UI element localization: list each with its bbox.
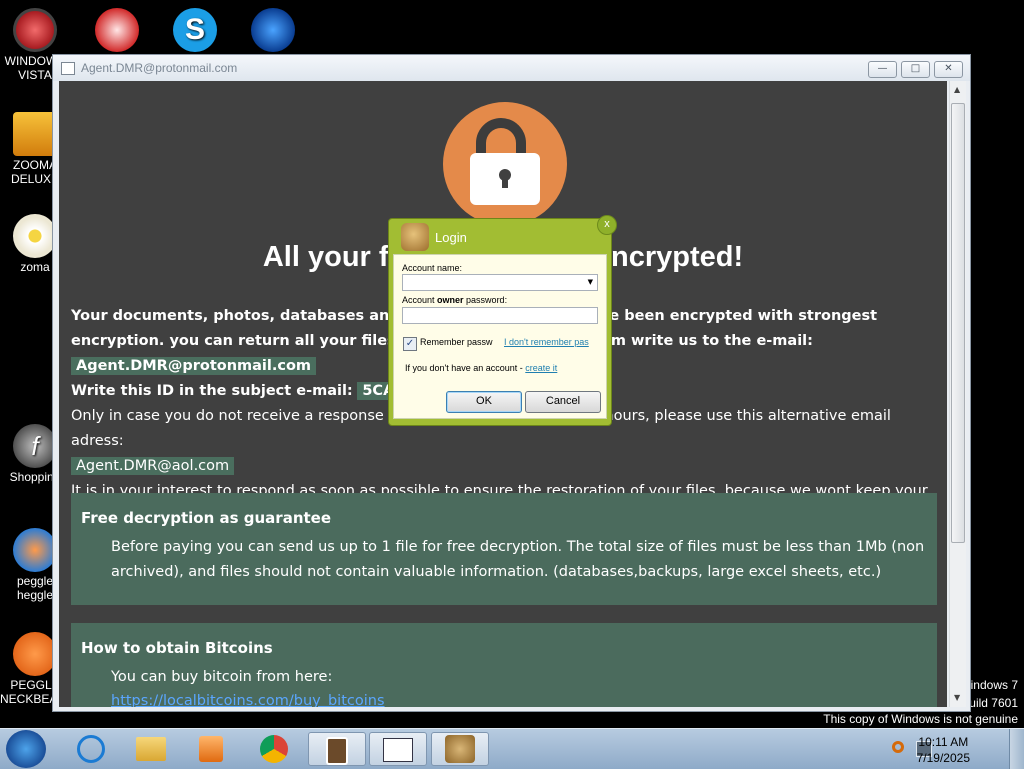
login-dialog: Login x Account name: ▼ Account owner pa… xyxy=(388,215,617,426)
panel-title: How to obtain Bitcoins xyxy=(81,639,273,657)
dialog-close-icon[interactable]: x xyxy=(597,215,617,235)
clock[interactable]: 10:11 AM 7/19/2025 xyxy=(917,734,970,766)
panel-body: Before paying you can send us up to 1 fi… xyxy=(111,539,925,580)
minimize-button[interactable]: — xyxy=(868,61,897,78)
window-titlebar[interactable]: Agent.DMR@protonmail.com — □ ✕ xyxy=(53,55,970,81)
window-app-icon xyxy=(61,62,75,75)
desktop-icon-top-2[interactable] xyxy=(82,8,152,54)
taskbar-app-icon[interactable] xyxy=(308,732,366,766)
free-decryption-panel: Free decryption as guarantee Before payi… xyxy=(71,493,937,605)
clock-time: 10:11 AM xyxy=(918,735,969,749)
window-title: Agent.DMR@protonmail.com xyxy=(81,61,238,75)
panel-body: You can buy bitcoin from here: xyxy=(111,669,333,685)
create-account-link[interactable]: create it xyxy=(525,363,557,373)
cancel-button[interactable]: Cancel xyxy=(525,391,601,413)
tray-search-icon[interactable] xyxy=(892,741,904,753)
skype-icon: S xyxy=(173,8,217,52)
password-input[interactable] xyxy=(402,307,598,324)
remember-password-checkbox[interactable]: ✓ xyxy=(403,337,417,351)
desktop-icon-label: peggle heggle xyxy=(16,574,54,602)
password-label: Account owner password: xyxy=(402,295,508,305)
panel-title: Free decryption as guarantee xyxy=(81,509,332,527)
primary-email[interactable]: Agent.DMR@protonmail.com xyxy=(71,357,317,375)
alternative-email[interactable]: Agent.DMR@aol.com xyxy=(71,457,235,475)
taskbar-explorer-icon[interactable] xyxy=(122,732,180,766)
genuine-watermark-line3: This copy of Windows is not genuine xyxy=(823,712,1018,726)
taskbar-chrome-icon[interactable] xyxy=(245,732,303,766)
scroll-down-arrow-icon[interactable]: ▼ xyxy=(954,693,960,702)
account-name-label: Account name: xyxy=(402,263,463,273)
desktop-icon-label: zoma xyxy=(20,260,50,274)
scroll-thumb[interactable] xyxy=(951,103,965,543)
remember-password-label: Remember passw xyxy=(420,337,493,347)
scroll-up-arrow-icon[interactable]: ▲ xyxy=(954,85,960,94)
taskbar-window-icon[interactable] xyxy=(369,732,427,766)
ok-button[interactable]: OK xyxy=(446,391,522,413)
flower-icon xyxy=(13,214,57,258)
desktop-icon-browser[interactable] xyxy=(238,8,308,54)
windows-vista-icon xyxy=(13,8,57,52)
flash-icon: f xyxy=(13,424,57,468)
vertical-scrollbar[interactable]: ▲ ▼ xyxy=(949,81,966,707)
restore-button[interactable]: □ xyxy=(901,61,930,78)
start-button[interactable] xyxy=(6,730,46,768)
bitcoin-link[interactable]: https://localbitcoins.com/buy_bitcoins xyxy=(111,693,385,707)
account-name-dropdown[interactable]: ▼ xyxy=(402,274,598,291)
peggle-icon xyxy=(95,8,139,52)
forgot-password-link[interactable]: I don't remember pas xyxy=(504,337,589,347)
peggle-icon xyxy=(13,632,57,676)
taskbar: 10:11 AM 7/19/2025 xyxy=(0,728,1024,769)
dog-app-icon xyxy=(401,223,429,251)
show-desktop-button[interactable] xyxy=(1009,729,1024,769)
clock-date: 7/19/2025 xyxy=(916,751,970,765)
login-form: Account name: ▼ Account owner password: … xyxy=(393,254,607,419)
login-title: Login xyxy=(435,230,467,245)
close-button[interactable]: ✕ xyxy=(934,61,963,78)
taskbar-box-icon[interactable] xyxy=(431,732,489,766)
lock-icon xyxy=(443,102,567,226)
id-label: Write this ID in the subject e-mail: xyxy=(71,383,353,399)
no-account-text: If you don't have an account - create it xyxy=(405,363,558,373)
taskbar-ie-icon[interactable] xyxy=(62,732,120,766)
zooma-icon xyxy=(13,112,57,156)
peggle-icon xyxy=(13,528,57,572)
globe-icon xyxy=(251,8,295,52)
bitcoin-panel: How to obtain Bitcoins You can buy bitco… xyxy=(71,623,937,707)
desktop-icon-skype[interactable]: S xyxy=(160,8,230,54)
taskbar-media-icon[interactable] xyxy=(182,732,240,766)
chevron-down-icon: ▼ xyxy=(587,278,593,286)
